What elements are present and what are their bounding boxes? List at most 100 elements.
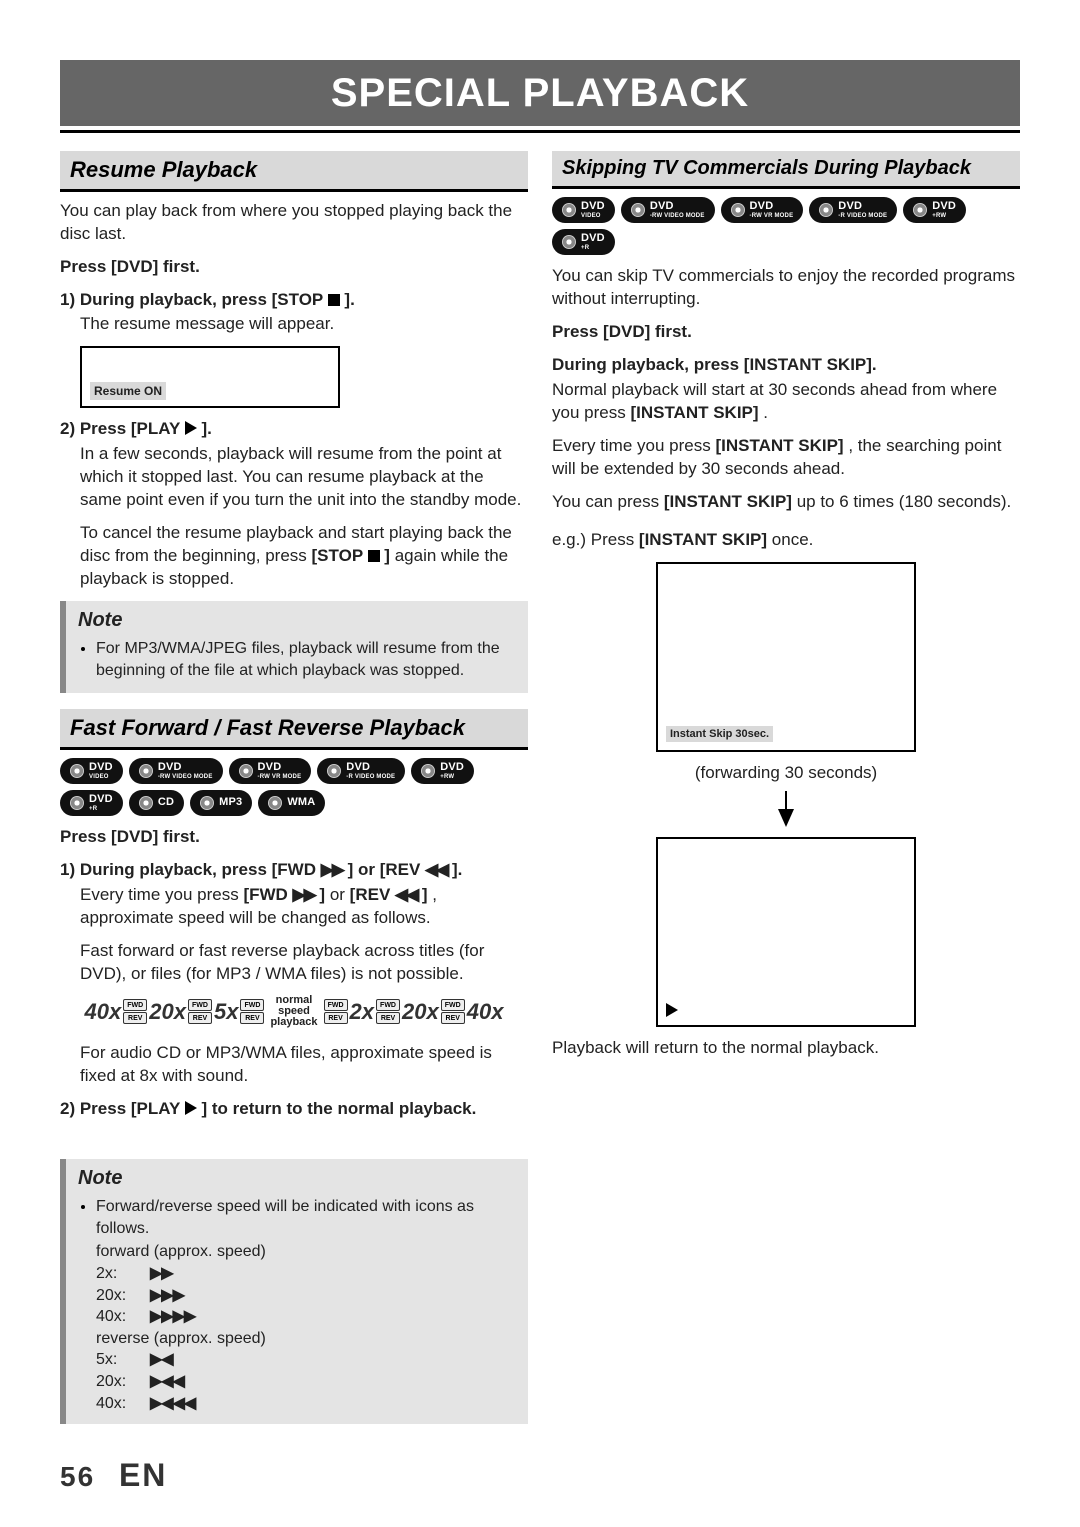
badge-top: CD [158,797,174,808]
skip-step1-body-a: Normal playback will start at 30 seconds… [552,380,997,422]
tv-screen-after [656,837,916,1027]
resume-step1-body: The resume message will appear. [80,313,528,336]
resume-step2-stop-btn: [STOP [312,546,368,565]
fwd-key-icon: FWD [324,999,348,1011]
badge-bottom: -R VIDEO MODE [838,213,887,219]
speed-icon: ▶◀◀◀ [150,1393,195,1415]
ff-step1-body-revtail: ] [417,885,427,904]
disc-badge: WMA [258,790,325,816]
skip-para2-btn: [INSTANT SKIP] [715,436,843,455]
arrow-down-icon [778,809,794,827]
speed-button-group: FWDREV [376,999,400,1024]
two-column-layout: Resume Playback You can play back from w… [60,151,1020,1440]
stop-icon [328,294,340,306]
page-number: 56 [60,1461,95,1492]
resume-note: Note For MP3/WMA/JPEG files, playback wi… [60,601,528,693]
speed-value: 40x [85,997,122,1027]
rev-label: reverse (approx. speed) [96,1328,516,1350]
fwd-key-icon: FWD [123,999,147,1011]
speed-value: 2x [350,997,374,1027]
speed-label: 40x: [96,1393,140,1415]
disc-badge: DVDVIDEO [60,758,123,784]
badge-bottom: +RW [440,774,454,780]
badge-bottom: -RW VR MODE [750,213,794,219]
disc-icon [731,203,745,217]
badge-top: DVD [581,233,605,244]
ff-step1-body-fwdtail: ] [315,885,325,904]
rev-key-icon: REV [376,1012,400,1024]
ff-audio-note: For audio CD or MP3/WMA files, approxima… [80,1042,528,1088]
speed-icon-row: 20x:▶▶▶ [96,1285,516,1307]
badge-top: DVD [158,762,182,773]
disc-icon [819,203,833,217]
speed-button-group: FWDREV [324,999,348,1024]
skip-para3-btn: [INSTANT SKIP] [664,492,792,511]
resume-step2-stop-btn-tail: ] [380,546,390,565]
speed-icon: ▶▶▶▶ [150,1306,195,1328]
rev-key-icon: REV [441,1012,465,1024]
speed-icon-row: 20x:▶◀◀ [96,1371,516,1393]
ff-press-first: Press [DVD] first. [60,826,528,849]
fwd-icon: ▶▶ [293,885,315,904]
ff-step1-lead: 1) During playback, press [FWD [60,860,321,879]
badge-top: DVD [581,201,605,212]
speed-value: 5x [214,997,238,1027]
skip-step1: During playback, press [INSTANT SKIP]. [552,354,1020,377]
speed-icon-row: 2x:▶▶ [96,1263,516,1285]
speed-icon: ▶◀ [150,1349,173,1371]
speed-icon: ▶◀◀ [150,1371,184,1393]
disc-icon [631,203,645,217]
speed-icon: ▶▶▶ [150,1285,184,1307]
fwd-key-icon: FWD [441,999,465,1011]
ff-step1-body-or: or [330,885,350,904]
badge-bottom: -R VIDEO MODE [346,774,395,780]
badge-bottom: +RW [932,213,946,219]
badge-top: DVD [258,762,282,773]
disc-badge: DVD-R VIDEO MODE [809,197,897,223]
disc-badge: DVD-RW VR MODE [229,758,312,784]
skip-eg: e.g.) Press [INSTANT SKIP] once. [552,529,1020,552]
ff-step1-body-rev: [REV [350,885,395,904]
skip-para2: Every time you press [INSTANT SKIP] , th… [552,435,1020,481]
badge-bottom: -RW VIDEO MODE [650,213,705,219]
badge-top: DVD [440,762,464,773]
speed-value: 40x [467,997,504,1027]
stop-icon [368,550,380,562]
play-icon [185,1101,197,1115]
ff-disc-badges: DVDVIDEODVD-RW VIDEO MODEDVD-RW VR MODED… [60,758,528,816]
disc-badge: DVD+R [60,790,123,816]
speed-label: 2x: [96,1263,140,1285]
disc-icon [139,764,153,778]
resume-step2: 2) Press [PLAY ]. [60,418,528,441]
skip-eg-btn: [INSTANT SKIP] [639,530,767,549]
disc-badge: DVD-RW VR MODE [721,197,804,223]
disc-badge: DVD-RW VIDEO MODE [621,197,715,223]
badge-top: DVD [346,762,370,773]
arrow-down-icon [785,791,787,809]
speed-value: 20x [402,997,439,1027]
badge-bottom: +R [581,245,589,251]
speed-button-group: FWDREV [441,999,465,1024]
skip-caption: (forwarding 30 seconds) [552,762,1020,785]
speed-icon-row: 5x:▶◀ [96,1349,516,1371]
disc-badge: MP3 [190,790,252,816]
badge-bottom: VIDEO [581,213,601,219]
badge-top: DVD [750,201,774,212]
note-title: Note [78,607,516,634]
resume-press-first: Press [DVD] first. [60,256,528,279]
badge-top: DVD [650,201,674,212]
skip-heading: Skipping TV Commercials During Playback [552,151,1020,189]
page: SPECIAL PLAYBACK Resume Playback You can… [0,0,1080,1527]
skip-disc-badges: DVDVIDEODVD-RW VIDEO MODEDVD-RW VR MODED… [552,197,1020,255]
badge-bottom: VIDEO [89,774,109,780]
rev-key-icon: REV [123,1012,147,1024]
resume-step1: 1) During playback, press [STOP ]. [60,289,528,312]
badge-top: MP3 [219,797,242,808]
resume-note-item: For MP3/WMA/JPEG files, playback will re… [96,638,516,681]
play-icon [666,1003,678,1017]
rev-icon: ◀◀ [425,860,447,879]
ff-step2-tail: ] to return to the normal playback. [201,1099,476,1118]
disc-badge: DVD-R VIDEO MODE [317,758,405,784]
speed-diagram: 40xFWDREV20xFWDREV5xFWDREVnormalspeedpla… [60,995,528,1028]
disc-icon [200,796,214,810]
